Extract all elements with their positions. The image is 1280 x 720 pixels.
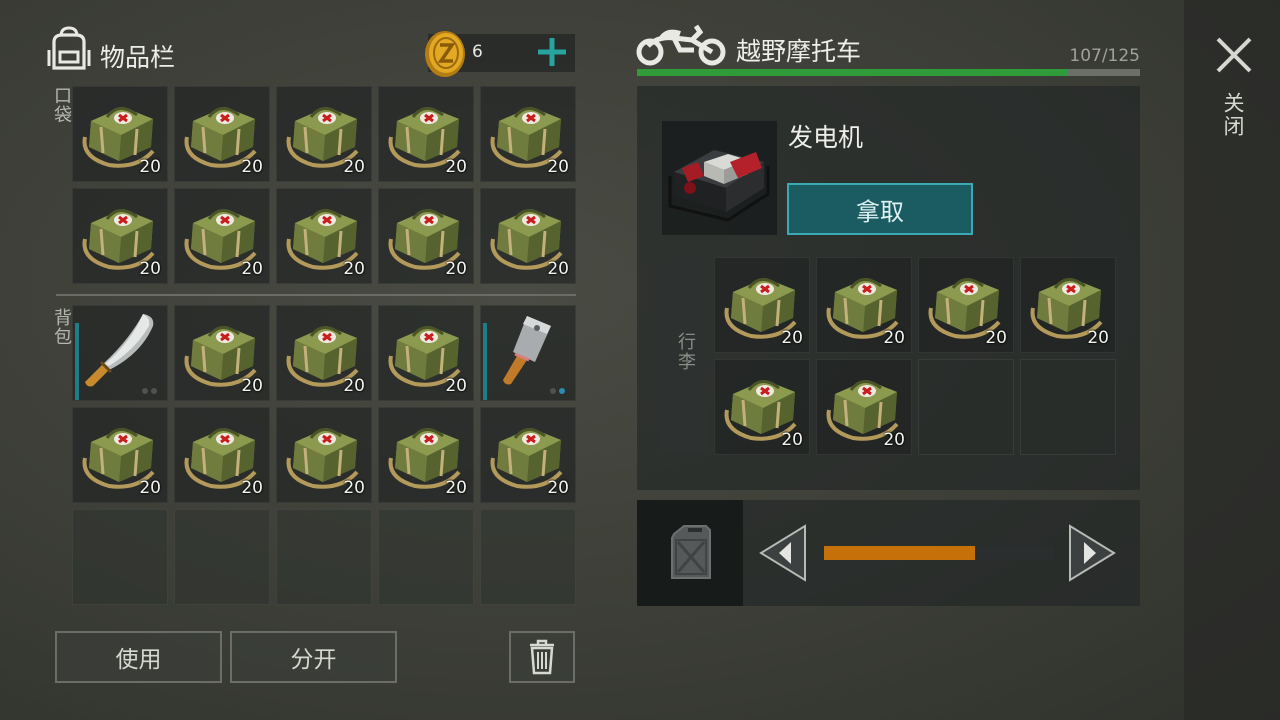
capacity-text: 107/125: [1069, 46, 1140, 66]
upgrade-dots: [142, 388, 157, 394]
item-quantity: 20: [139, 478, 161, 498]
pocket-slot[interactable]: 20: [480, 188, 576, 284]
backpack-label: 背包: [51, 308, 72, 346]
pocket-grid: 20 20 20 20 20 20 20 20 20 20: [72, 86, 576, 284]
luggage-slot[interactable]: 20: [714, 359, 810, 455]
upgrade-dot: [151, 388, 157, 394]
coin-icon: [425, 31, 465, 77]
item-quantity: 20: [139, 157, 161, 177]
cleaver-icon: [487, 310, 567, 388]
item-quantity: 20: [241, 478, 263, 498]
pocket-slot[interactable]: 20: [378, 86, 474, 182]
luggage-slot[interactable]: 20: [816, 257, 912, 353]
capacity-bar-fill: [637, 69, 1068, 76]
trash-icon: [530, 639, 554, 675]
backpack-slot[interactable]: 20: [174, 305, 270, 401]
item-quantity: 20: [445, 259, 467, 279]
luggage-grid: 20 20 20 20 20 20: [714, 257, 1116, 455]
item-quantity: 20: [241, 376, 263, 396]
item-quantity: 20: [343, 376, 365, 396]
item-quantity: 20: [241, 259, 263, 279]
item-quantity: 20: [445, 157, 467, 177]
trash-button[interactable]: [509, 631, 575, 683]
item-quantity: 20: [781, 430, 803, 450]
luggage-label: 行李: [675, 332, 696, 372]
pocket-slot[interactable]: 20: [174, 86, 270, 182]
fuel-level-bar: [824, 546, 1053, 560]
luggage-slot[interactable]: 20: [918, 257, 1014, 353]
machete-icon: [79, 310, 159, 388]
pocket-slot[interactable]: 20: [378, 188, 474, 284]
upgrade-dot: [142, 388, 148, 394]
backpack-slot[interactable]: [72, 305, 168, 401]
backpack-slot[interactable]: 20: [276, 305, 372, 401]
luggage-slot[interactable]: [918, 359, 1014, 455]
item-quantity: 20: [985, 328, 1007, 348]
item-quantity: 20: [139, 259, 161, 279]
motorcycle-icon: [636, 24, 726, 66]
item-quantity: 20: [781, 328, 803, 348]
backpack-slot[interactable]: 20: [72, 407, 168, 503]
backpack-slot[interactable]: [480, 305, 576, 401]
item-quantity: 20: [547, 478, 569, 498]
item-quantity: 20: [343, 478, 365, 498]
luggage-slot[interactable]: 20: [714, 257, 810, 353]
coin-count: 6: [472, 42, 483, 62]
capacity-bar: [637, 69, 1140, 76]
backpack-grid: 20 20 20 20 20 20 20 20: [72, 305, 576, 605]
item-quantity: 20: [343, 157, 365, 177]
item-quantity: 20: [445, 376, 467, 396]
item-quantity: 20: [445, 478, 467, 498]
item-quantity: 20: [547, 259, 569, 279]
jerry-can-icon: [671, 525, 711, 579]
add-coins-button[interactable]: [533, 33, 571, 71]
split-button[interactable]: 分开: [230, 631, 397, 683]
backpack-slot[interactable]: [174, 509, 270, 605]
backpack-slot[interactable]: [378, 509, 474, 605]
backpack-slot[interactable]: [276, 509, 372, 605]
pocket-label: 口袋: [51, 86, 72, 124]
section-divider: [56, 294, 576, 296]
item-quantity: 20: [1087, 328, 1109, 348]
item-quantity: 20: [883, 328, 905, 348]
upgrade-dot: [559, 388, 565, 394]
luggage-slot[interactable]: 20: [1020, 257, 1116, 353]
upgrade-dots: [550, 388, 565, 394]
pocket-slot[interactable]: 20: [72, 188, 168, 284]
backpack-slot[interactable]: 20: [378, 407, 474, 503]
backpack-slot[interactable]: 20: [480, 407, 576, 503]
durability-bar: [75, 323, 79, 400]
pocket-slot[interactable]: 20: [276, 86, 372, 182]
pocket-slot[interactable]: 20: [480, 86, 576, 182]
equipment-item-name: 发电机: [788, 123, 864, 152]
backpack-slot[interactable]: 20: [378, 305, 474, 401]
take-button[interactable]: 拿取: [787, 183, 973, 235]
vehicle-title: 越野摩托车: [736, 37, 862, 66]
item-quantity: 20: [241, 157, 263, 177]
pocket-slot[interactable]: 20: [276, 188, 372, 284]
fuel-level-fill: [824, 546, 975, 560]
backpack-slot[interactable]: 20: [276, 407, 372, 503]
close-label[interactable]: 关闭: [1220, 92, 1248, 138]
generator-icon: [668, 150, 770, 222]
fuel-decrease-button[interactable]: [757, 524, 809, 582]
backpack-slot[interactable]: [480, 509, 576, 605]
use-button[interactable]: 使用: [55, 631, 222, 683]
durability-bar: [483, 323, 487, 400]
item-quantity: 20: [883, 430, 905, 450]
luggage-slot[interactable]: 20: [816, 359, 912, 455]
pocket-slot[interactable]: 20: [174, 188, 270, 284]
fuel-increase-button[interactable]: [1066, 524, 1118, 582]
backpack-slot[interactable]: [72, 509, 168, 605]
item-quantity: 20: [547, 157, 569, 177]
close-button[interactable]: [1213, 34, 1255, 76]
backpack-icon: [47, 26, 91, 70]
backpack-slot[interactable]: 20: [174, 407, 270, 503]
luggage-slot[interactable]: [1020, 359, 1116, 455]
item-quantity: 20: [343, 259, 365, 279]
inventory-title: 物品栏: [100, 43, 176, 72]
upgrade-dot: [550, 388, 556, 394]
pocket-slot[interactable]: 20: [72, 86, 168, 182]
